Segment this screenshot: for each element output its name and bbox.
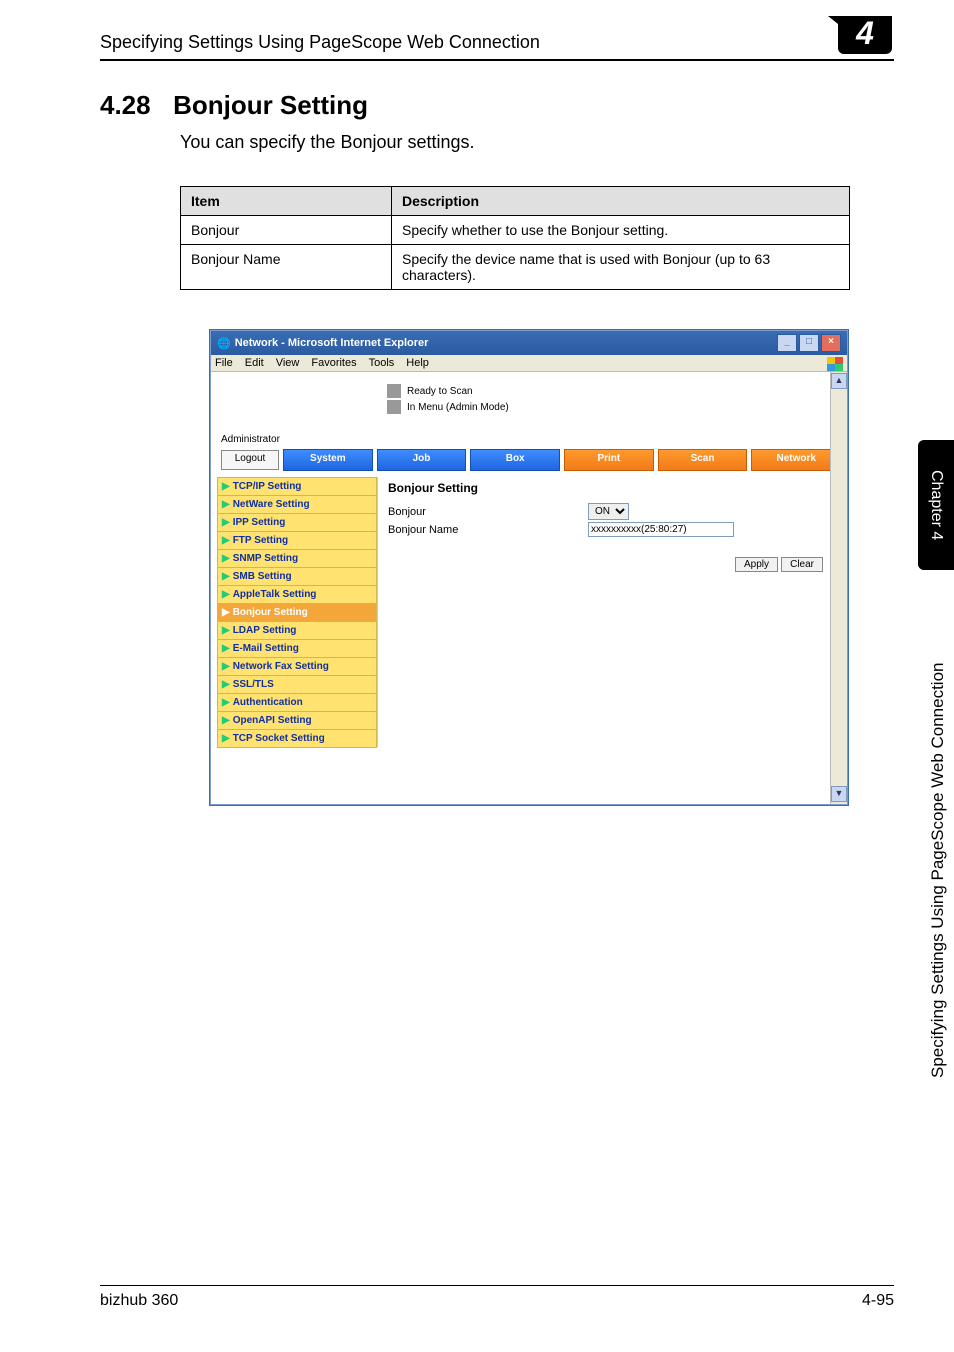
- ie-icon: 🌐: [217, 337, 231, 350]
- bonjour-field-label: Bonjour: [388, 506, 588, 518]
- minimize-button[interactable]: _: [777, 334, 797, 352]
- table-cell-item: Bonjour: [181, 216, 392, 245]
- menu-file[interactable]: File: [215, 357, 233, 369]
- menu-favorites[interactable]: Favorites: [311, 357, 356, 369]
- section-number: 4.28: [100, 90, 151, 120]
- scroll-up-icon[interactable]: ▲: [831, 373, 847, 389]
- footer-model: bizhub 360: [100, 1292, 178, 1310]
- footer-page-number: 4-95: [862, 1292, 894, 1310]
- browser-menubar: File Edit View Favorites Tools Help: [211, 355, 847, 372]
- table-cell-item: Bonjour Name: [181, 245, 392, 290]
- sidebar-item-netware[interactable]: ▶NetWare Setting: [217, 495, 377, 514]
- windows-flag-icon: [827, 357, 843, 371]
- sidebar-item-ftp[interactable]: ▶FTP Setting: [217, 531, 377, 550]
- sidebar-item-authentication[interactable]: ▶Authentication: [217, 693, 377, 712]
- sidebar-item-tcpip[interactable]: ▶TCP/IP Setting: [217, 477, 377, 496]
- tab-system[interactable]: System: [283, 449, 373, 471]
- section-title: Bonjour Setting: [173, 90, 368, 120]
- chapter-side-tab: Chapter 4: [918, 440, 954, 570]
- printer-icon: [387, 384, 401, 398]
- side-vertical-title: Specifying Settings Using PageScope Web …: [928, 590, 948, 1150]
- table-header-description: Description: [392, 187, 850, 216]
- apply-button[interactable]: Apply: [735, 557, 778, 572]
- vertical-scrollbar[interactable]: ▲ ▼: [830, 372, 847, 804]
- browser-content: Ready to Scan In Menu (Admin Mode) Admin…: [211, 372, 847, 804]
- intro-text: You can specify the Bonjour settings.: [180, 132, 475, 153]
- menu-view[interactable]: View: [276, 357, 300, 369]
- menu-help[interactable]: Help: [406, 357, 429, 369]
- sidebar-item-ipp[interactable]: ▶IPP Setting: [217, 513, 377, 532]
- bonjour-select[interactable]: ON: [588, 503, 629, 520]
- sidebar-item-networkfax[interactable]: ▶Network Fax Setting: [217, 657, 377, 676]
- sidebar-item-bonjour[interactable]: ▶Bonjour Setting: [217, 603, 377, 622]
- scroll-down-icon[interactable]: ▼: [831, 786, 847, 802]
- status-mode: In Menu (Admin Mode): [407, 402, 509, 413]
- table-row: Bonjour Specify whether to use the Bonjo…: [181, 216, 850, 245]
- browser-window: 🌐 Network - Microsoft Internet Explorer …: [210, 330, 848, 805]
- item-description-table: Item Description Bonjour Specify whether…: [180, 186, 850, 290]
- table-cell-desc: Specify whether to use the Bonjour setti…: [392, 216, 850, 245]
- tab-network[interactable]: Network: [751, 449, 841, 471]
- menu-edit[interactable]: Edit: [245, 357, 264, 369]
- sidebar-item-ldap[interactable]: ▶LDAP Setting: [217, 621, 377, 640]
- bonjour-name-field-label: Bonjour Name: [388, 524, 588, 536]
- tab-print[interactable]: Print: [564, 449, 654, 471]
- menu-tools[interactable]: Tools: [369, 357, 395, 369]
- bonjour-name-input[interactable]: [588, 522, 734, 537]
- table-cell-desc: Specify the device name that is used wit…: [392, 245, 850, 290]
- maximize-button[interactable]: □: [799, 334, 819, 352]
- table-header-item: Item: [181, 187, 392, 216]
- sidebar-item-snmp[interactable]: ▶SNMP Setting: [217, 549, 377, 568]
- tab-box[interactable]: Box: [470, 449, 560, 471]
- sidebar-item-appletalk[interactable]: ▶AppleTalk Setting: [217, 585, 377, 604]
- administrator-label: Administrator: [221, 434, 841, 445]
- close-button[interactable]: ×: [821, 334, 841, 352]
- main-settings-pane: Bonjour Setting Bonjour ON Bonjour Name …: [378, 477, 841, 747]
- sidebar-item-email[interactable]: ▶E-Mail Setting: [217, 639, 377, 658]
- table-row: Bonjour Name Specify the device name tha…: [181, 245, 850, 290]
- sidebar-item-tcpsocket[interactable]: ▶TCP Socket Setting: [217, 729, 377, 748]
- main-heading: Bonjour Setting: [388, 481, 831, 495]
- printer-icon: [387, 400, 401, 414]
- network-sidebar: ▶TCP/IP Setting ▶NetWare Setting ▶IPP Se…: [217, 477, 378, 747]
- page-header-title: Specifying Settings Using PageScope Web …: [100, 32, 540, 52]
- browser-window-title: Network - Microsoft Internet Explorer: [235, 337, 429, 349]
- browser-titlebar: 🌐 Network - Microsoft Internet Explorer …: [211, 331, 847, 355]
- tab-job[interactable]: Job: [377, 449, 467, 471]
- sidebar-item-ssltls[interactable]: ▶SSL/TLS: [217, 675, 377, 694]
- status-ready: Ready to Scan: [407, 386, 473, 397]
- sidebar-item-smb[interactable]: ▶SMB Setting: [217, 567, 377, 586]
- logout-button[interactable]: Logout: [221, 450, 279, 470]
- tab-scan[interactable]: Scan: [658, 449, 748, 471]
- sidebar-item-openapi[interactable]: ▶OpenAPI Setting: [217, 711, 377, 730]
- clear-button[interactable]: Clear: [781, 557, 823, 572]
